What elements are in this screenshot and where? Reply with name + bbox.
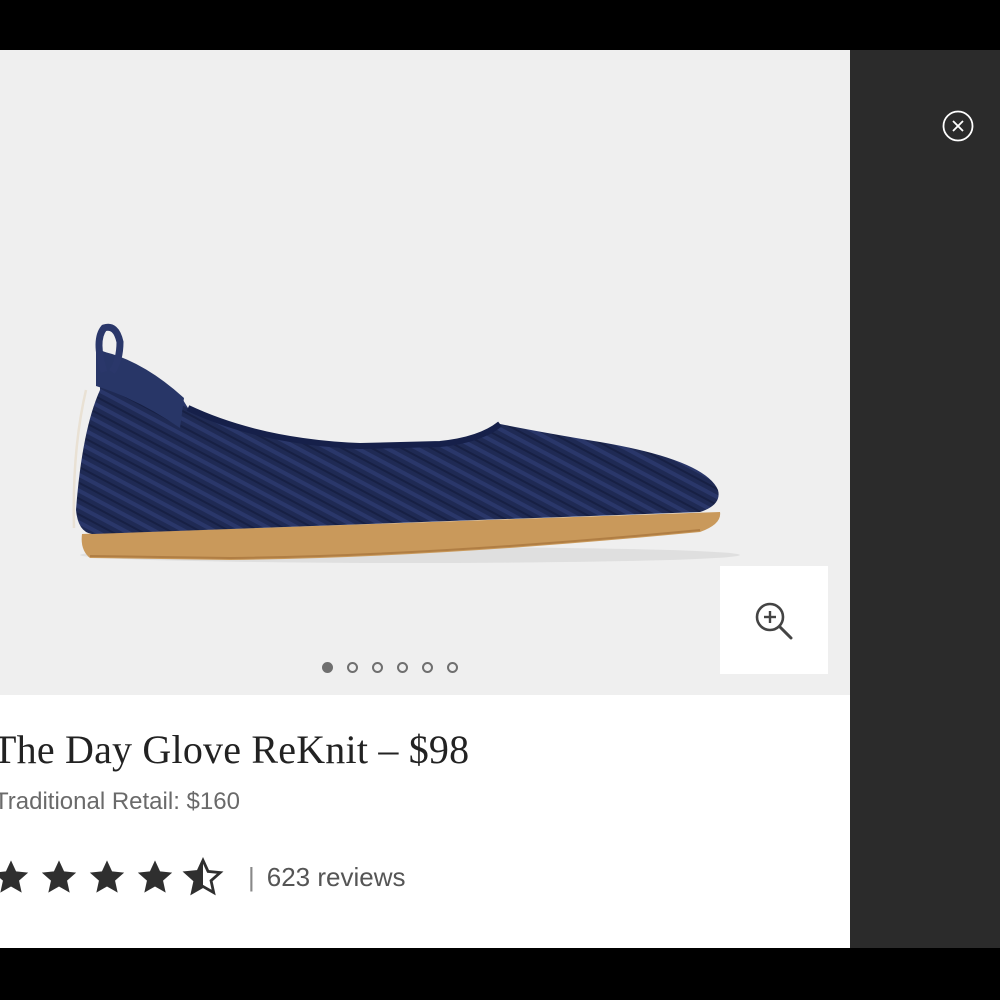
- star-half-icon: [182, 857, 224, 896]
- star-icon: [0, 860, 29, 893]
- carousel-dot[interactable]: [372, 662, 383, 673]
- carousel-dot[interactable]: [347, 662, 358, 673]
- star-icon: [89, 860, 125, 893]
- zoom-in-icon: [755, 602, 793, 640]
- close-icon[interactable]: [942, 110, 974, 142]
- letterbox-bottom: [0, 948, 1000, 1000]
- zoom-button[interactable]: [720, 566, 828, 674]
- product-modal: The Day Glove ReKnit – $98 Traditional R…: [0, 50, 850, 948]
- product-gallery: [0, 50, 850, 695]
- traditional-retail-price: Traditional Retail: $160: [0, 788, 240, 815]
- carousel-dots: [322, 662, 458, 673]
- product-title: The Day Glove ReKnit – $98: [0, 727, 470, 772]
- star-icon: [41, 860, 77, 893]
- carousel-dot[interactable]: [447, 662, 458, 673]
- rating-separator: |: [248, 861, 255, 892]
- modal-overlay-backdrop[interactable]: [850, 50, 1000, 948]
- rating-stars: [0, 856, 224, 898]
- product-rating[interactable]: | 623 reviews: [0, 856, 406, 898]
- carousel-dot[interactable]: [397, 662, 408, 673]
- star-icon: [137, 860, 173, 893]
- carousel-dot[interactable]: [322, 662, 333, 673]
- letterbox-top: [0, 0, 1000, 50]
- carousel-dot[interactable]: [422, 662, 433, 673]
- reviews-count-link[interactable]: 623 reviews: [267, 862, 406, 893]
